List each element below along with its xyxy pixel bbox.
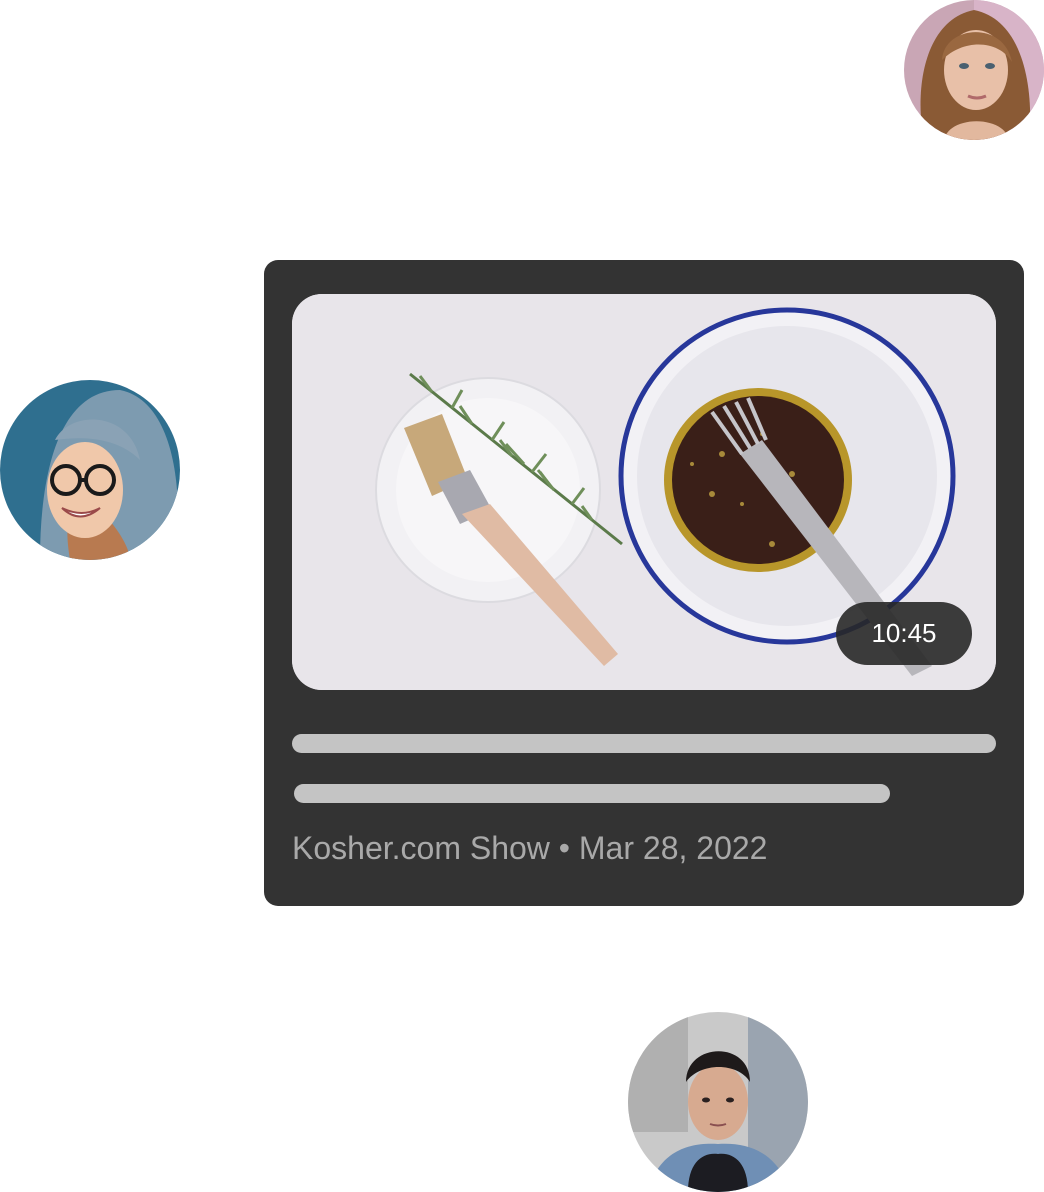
channel-name[interactable]: Kosher.com Show [292, 830, 550, 866]
subtitle-placeholder-line [294, 784, 890, 803]
avatar-woman-portrait[interactable] [904, 0, 1044, 140]
woman-glasses-portrait-icon [0, 380, 180, 560]
title-placeholder-line [292, 734, 996, 753]
woman-portrait-icon [904, 0, 1044, 140]
avatar-woman-glasses[interactable] [0, 380, 180, 560]
video-card[interactable]: 10:45 Kosher.com Show • Mar 28, 2022 [264, 260, 1024, 906]
man-portrait-icon [628, 1012, 808, 1192]
avatar-man-portrait[interactable] [628, 1012, 808, 1192]
video-duration-badge: 10:45 [836, 602, 972, 665]
meta-separator: • [549, 830, 579, 866]
video-thumbnail[interactable]: 10:45 [292, 294, 996, 690]
publish-date: Mar 28, 2022 [578, 830, 768, 866]
video-meta: Kosher.com Show • Mar 28, 2022 [292, 830, 767, 867]
